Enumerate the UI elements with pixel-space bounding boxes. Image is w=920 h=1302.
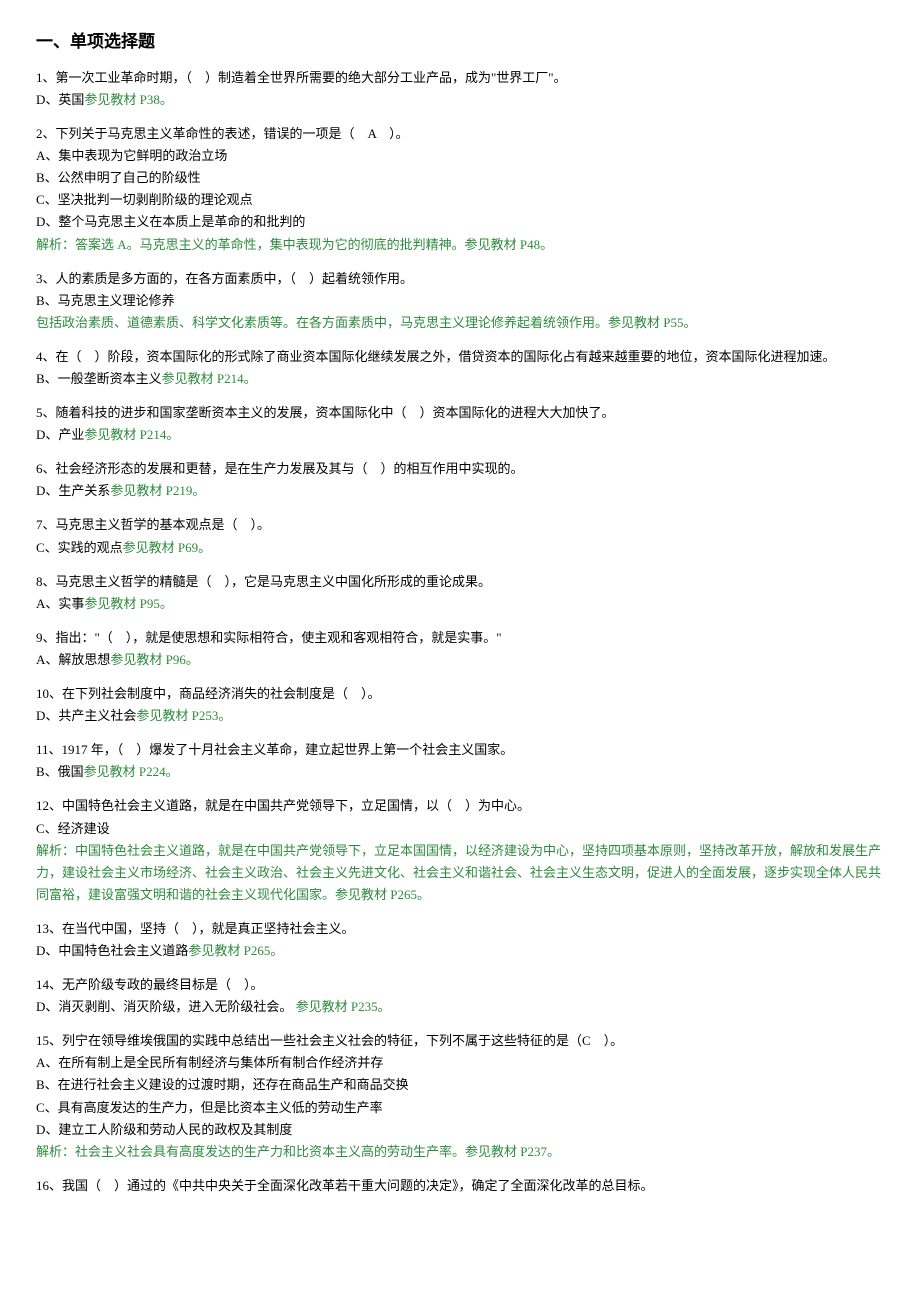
question-text: 16、我国（ ）通过的《中共中央关于全面深化改革若干重大问题的决定》，确定了全面… — [36, 1175, 892, 1197]
reference-text: 参见教材 P69。 — [123, 540, 211, 555]
question-text: 13、在当代中国，坚持（ ），就是真正坚持社会主义。 — [36, 918, 892, 940]
answer-line: C、实践的观点参见教材 P69。 — [36, 537, 892, 559]
answer-line: B、一般垄断资本主义参见教材 P214。 — [36, 368, 892, 390]
option-a: A、集中表现为它鲜明的政治立场 — [36, 145, 892, 167]
question-10: 10、在下列社会制度中，商品经济消失的社会制度是（ ）。 D、共产主义社会参见教… — [36, 683, 892, 727]
answer-text: B、一般垄断资本主义 — [36, 371, 162, 386]
answer-line: D、消灭剥削、消灭阶级，进入无阶级社会。 参见教材 P235。 — [36, 996, 892, 1018]
question-text: 11、1917 年，（ ）爆发了十月社会主义革命，建立起世界上第一个社会主义国家… — [36, 739, 892, 761]
question-text: 1、第一次工业革命时期，（ ）制造着全世界所需要的绝大部分工业产品，成为"世界工… — [36, 67, 892, 89]
answer-line: D、英国参见教材 P38。 — [36, 89, 892, 111]
answer-line: D、中国特色社会主义道路参见教材 P265。 — [36, 940, 892, 962]
question-text: 7、马克思主义哲学的基本观点是（ ）。 — [36, 514, 892, 536]
question-9: 9、指出："（ ），就是使思想和实际相符合，使主观和客观相符合，就是实事。" A… — [36, 627, 892, 671]
question-text: 5、随着科技的进步和国家垄断资本主义的发展，资本国际化中（ ）资本国际化的进程大… — [36, 402, 892, 424]
answer-text: D、生产关系 — [36, 483, 110, 498]
answer-text: D、英国 — [36, 92, 84, 107]
option-a: A、在所有制上是全民所有制经济与集体所有制合作经济并存 — [36, 1052, 892, 1074]
question-1: 1、第一次工业革命时期，（ ）制造着全世界所需要的绝大部分工业产品，成为"世界工… — [36, 67, 892, 111]
answer-text: A、解放思想 — [36, 652, 110, 667]
question-text: 2、下列关于马克思主义革命性的表述，错误的一项是（ A ）。 — [36, 123, 892, 145]
question-4: 4、在（ ）阶段，资本国际化的形式除了商业资本国际化继续发展之外，借贷资本的国际… — [36, 346, 892, 390]
question-text: 4、在（ ）阶段，资本国际化的形式除了商业资本国际化继续发展之外，借贷资本的国际… — [36, 346, 892, 368]
option-b: B、在进行社会主义建设的过渡时期，还存在商品生产和商品交换 — [36, 1074, 892, 1096]
option-d: D、建立工人阶级和劳动人民的政权及其制度 — [36, 1119, 892, 1141]
analysis-text: 解析：答案选 A。马克思主义的革命性，集中表现为它的彻底的批判精神。参见教材 P… — [36, 234, 892, 256]
question-text: 15、列宁在领导维埃俄国的实践中总结出一些社会主义社会的特征，下列不属于这些特征… — [36, 1030, 892, 1052]
answer-text: C、实践的观点 — [36, 540, 123, 555]
question-text: 6、社会经济形态的发展和更替，是在生产力发展及其与（ ）的相互作用中实现的。 — [36, 458, 892, 480]
answer-text: A、实事 — [36, 596, 84, 611]
answer-line: B、俄国参见教材 P224。 — [36, 761, 892, 783]
question-2: 2、下列关于马克思主义革命性的表述，错误的一项是（ A ）。 A、集中表现为它鲜… — [36, 123, 892, 256]
question-14: 14、无产阶级专政的最终目标是（ ）。 D、消灭剥削、消灭阶级，进入无阶级社会。… — [36, 974, 892, 1018]
question-8: 8、马克思主义哲学的精髓是（ ），它是马克思主义中国化所形成的重论成果。 A、实… — [36, 571, 892, 615]
question-text: 3、人的素质是多方面的，在各方面素质中，（ ）起着统领作用。 — [36, 268, 892, 290]
answer-text: D、产业 — [36, 427, 84, 442]
reference-text: 参见教材 P219。 — [110, 483, 205, 498]
question-text: 10、在下列社会制度中，商品经济消失的社会制度是（ ）。 — [36, 683, 892, 705]
answer-line: D、生产关系参见教材 P219。 — [36, 480, 892, 502]
answer-text: D、消灭剥削、消灭阶级，进入无阶级社会。 — [36, 999, 292, 1014]
answer-line: A、解放思想参见教材 P96。 — [36, 649, 892, 671]
answer-text: D、共产主义社会 — [36, 708, 136, 723]
reference-text: 参见教材 P214。 — [84, 427, 179, 442]
answer-line: B、马克思主义理论修养 — [36, 290, 892, 312]
question-15: 15、列宁在领导维埃俄国的实践中总结出一些社会主义社会的特征，下列不属于这些特征… — [36, 1030, 892, 1163]
answer-line: C、经济建设 — [36, 818, 892, 840]
question-text: 9、指出："（ ），就是使思想和实际相符合，使主观和客观相符合，就是实事。" — [36, 627, 892, 649]
question-11: 11、1917 年，（ ）爆发了十月社会主义革命，建立起世界上第一个社会主义国家… — [36, 739, 892, 783]
answer-text: D、中国特色社会主义道路 — [36, 943, 188, 958]
reference-text: 参见教材 P38。 — [84, 92, 172, 107]
question-13: 13、在当代中国，坚持（ ），就是真正坚持社会主义。 D、中国特色社会主义道路参… — [36, 918, 892, 962]
option-c: C、具有高度发达的生产力，但是比资本主义低的劳动生产率 — [36, 1097, 892, 1119]
answer-line: D、共产主义社会参见教材 P253。 — [36, 705, 892, 727]
question-3: 3、人的素质是多方面的，在各方面素质中，（ ）起着统领作用。 B、马克思主义理论… — [36, 268, 892, 334]
section-title: 一、单项选择题 — [36, 28, 892, 57]
reference-text: 参见教材 P96。 — [110, 652, 198, 667]
answer-line: D、产业参见教材 P214。 — [36, 424, 892, 446]
option-b: B、公然申明了自己的阶级性 — [36, 167, 892, 189]
question-6: 6、社会经济形态的发展和更替，是在生产力发展及其与（ ）的相互作用中实现的。 D… — [36, 458, 892, 502]
option-c: C、坚决批判一切剥削阶级的理论观点 — [36, 189, 892, 211]
question-16: 16、我国（ ）通过的《中共中央关于全面深化改革若干重大问题的决定》，确定了全面… — [36, 1175, 892, 1197]
reference-text: 参见教材 P95。 — [84, 596, 172, 611]
reference-text: 参见教材 P214。 — [162, 371, 257, 386]
analysis-text: 包括政治素质、道德素质、科学文化素质等。在各方面素质中，马克思主义理论修养起着统… — [36, 312, 892, 334]
analysis-text: 解析：社会主义社会具有高度发达的生产力和比资本主义高的劳动生产率。参见教材 P2… — [36, 1141, 892, 1163]
option-d: D、整个马克思主义在本质上是革命的和批判的 — [36, 211, 892, 233]
question-text: 12、中国特色社会主义道路，就是在中国共产党领导下，立足国情，以（ ）为中心。 — [36, 795, 892, 817]
question-text: 8、马克思主义哲学的精髓是（ ），它是马克思主义中国化所形成的重论成果。 — [36, 571, 892, 593]
answer-text: B、俄国 — [36, 764, 84, 779]
question-12: 12、中国特色社会主义道路，就是在中国共产党领导下，立足国情，以（ ）为中心。 … — [36, 795, 892, 905]
question-5: 5、随着科技的进步和国家垄断资本主义的发展，资本国际化中（ ）资本国际化的进程大… — [36, 402, 892, 446]
reference-text: 参见教材 P253。 — [136, 708, 231, 723]
reference-text: 参见教材 P265。 — [188, 943, 283, 958]
question-7: 7、马克思主义哲学的基本观点是（ ）。 C、实践的观点参见教材 P69。 — [36, 514, 892, 558]
reference-text: 参见教材 P224。 — [84, 764, 179, 779]
answer-line: A、实事参见教材 P95。 — [36, 593, 892, 615]
reference-text: 参见教材 P235。 — [296, 999, 391, 1014]
question-text: 14、无产阶级专政的最终目标是（ ）。 — [36, 974, 892, 996]
analysis-text: 解析：中国特色社会主义道路，就是在中国共产党领导下，立足本国国情，以经济建设为中… — [36, 840, 892, 906]
